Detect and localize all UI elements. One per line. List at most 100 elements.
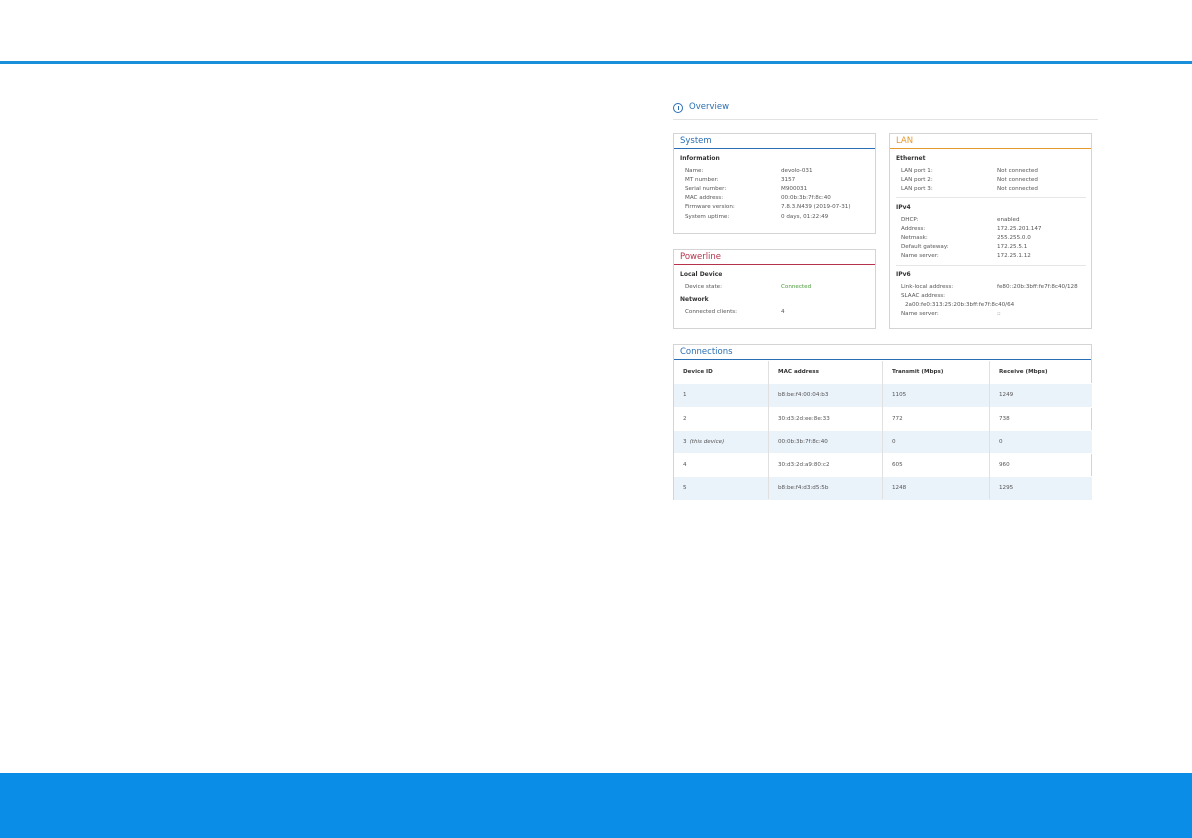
connected-clients-label: Connected clients:: [685, 309, 738, 315]
ipv4-value: 172.25.1.12: [997, 253, 1031, 260]
cell-transmit: 1105: [883, 384, 906, 407]
cell-receive-text: 1295: [999, 485, 1014, 492]
connected-clients-value: 4: [781, 309, 785, 315]
cell-device-id: 5: [674, 477, 690, 500]
ethernet-heading: Ethernet: [896, 155, 926, 162]
ipv4-label: Default gateway:: [901, 244, 949, 251]
cell-device-id: 3 (this device): [674, 431, 724, 454]
system-info-label: MAC address:: [685, 195, 724, 202]
ipv4-label: Netmask:: [901, 235, 928, 242]
system-title: System: [674, 134, 875, 149]
table-header-row: Device ID MAC address Transmit (Mbps) Re…: [674, 361, 1092, 385]
top-rule: [0, 61, 1192, 64]
cell-device-id-text: 1: [683, 392, 687, 399]
ipv6-name-server-value: ::: [997, 311, 1001, 317]
table-row: 3 (this device) 00:0b:3b:7f:8c:40 0 0: [674, 430, 1092, 455]
ipv4-label: Name server:: [901, 253, 939, 260]
cell-receive-text: 960: [999, 462, 1010, 469]
system-info-value: devolo-031: [781, 168, 813, 174]
cell-device-id: 2: [674, 408, 690, 431]
system-info-label: Serial number:: [685, 186, 727, 193]
lan-panel: LAN Ethernet LAN port 1: Not connected LAN…: [889, 133, 1092, 329]
cell-receive-text: 0: [999, 438, 1003, 445]
cell-mac-address: 30:d3:2d:a9:80:c2: [769, 454, 830, 477]
lan-divider-2: [896, 265, 1086, 266]
ipv6-name-server-label: Name server:: [901, 311, 939, 317]
header-receive: Receive (Mbps): [999, 369, 1048, 375]
ipv4-label: Address:: [901, 226, 926, 233]
cell-receive-text: 738: [999, 415, 1010, 422]
ipv4-heading: IPv4: [896, 204, 911, 211]
col-divider-2: [882, 361, 883, 499]
slaac-label: SLAAC address:: [901, 293, 946, 299]
lan-divider-1: [896, 197, 1086, 198]
connections-title: Connections: [674, 345, 1091, 360]
overview-title[interactable]: Overview: [689, 102, 729, 112]
link-local-value: fe80::20b:3bff:fe7f:8c40/128: [997, 284, 1078, 290]
cell-receive: 0: [990, 431, 1003, 454]
cell-device-id-text: 5: [683, 485, 687, 492]
system-info-label: Firmware version:: [685, 204, 735, 211]
cell-mac-address-text: b8:be:f4:d3:d5:5b: [778, 485, 829, 492]
header-device-id: Device ID: [683, 369, 713, 375]
cell-mac-address-text: 30:d3:2d:a9:80:c2: [778, 462, 830, 469]
cell-mac-address-text: b8:be:f4:00:04:b3: [778, 392, 829, 399]
cell-mac-address: b8:be:f4:00:04:b3: [769, 384, 828, 407]
col-divider-1: [768, 361, 769, 499]
info-icon: [673, 103, 683, 113]
cell-transmit-text: 0: [892, 438, 896, 445]
cell-receive: 960: [990, 454, 1010, 477]
cell-device-id-text: 4: [683, 462, 687, 469]
lan-port-value: Not connected: [997, 168, 1038, 174]
cell-mac-address-text: 30:d3:2d:ee:8e:33: [778, 415, 830, 422]
system-info-value: 00:0b:3b:7f:8c:40: [781, 195, 831, 202]
device-state-label: Device state:: [685, 284, 722, 290]
ipv4-value: enabled: [997, 217, 1020, 223]
cell-transmit: 772: [883, 408, 903, 431]
information-heading: Information: [680, 155, 720, 162]
ipv4-value: 172.25.201.147: [997, 226, 1042, 233]
lan-port-label: LAN port 3:: [901, 186, 933, 192]
connections-panel: Connections Device ID MAC address Transm…: [673, 344, 1092, 501]
lan-port-label: LAN port 2:: [901, 177, 933, 183]
cell-device-id: 4: [674, 454, 690, 477]
device-state-value: Connected: [781, 284, 812, 290]
cell-mac-address-text: 00:0b:3b:7f:8c:40: [778, 438, 828, 445]
system-info-label: MT number:: [685, 177, 719, 184]
ipv6-heading: IPv6: [896, 271, 911, 278]
cell-transmit: 0: [883, 431, 896, 454]
cell-transmit-text: 1105: [892, 392, 907, 399]
lan-title: LAN: [890, 134, 1091, 149]
system-panel: System Information Name: devolo-031 MT num…: [673, 133, 876, 234]
system-info-value: 3157: [781, 177, 796, 184]
powerline-panel: Powerline Local Device Device state: Con…: [673, 249, 876, 329]
slaac-value: 2a00:fe0:313:25:20b:3bff:fe7f:8c40/64: [905, 302, 1015, 308]
cell-receive: 1249: [990, 384, 1013, 407]
system-info-value: 7.8.3.N439 (2019-07-31): [781, 204, 851, 211]
cell-transmit: 605: [883, 454, 903, 477]
system-info-value: M900031: [781, 186, 808, 193]
lan-port-value: Not connected: [997, 177, 1038, 183]
cell-receive: 1295: [990, 477, 1013, 500]
lan-port-value: Not connected: [997, 186, 1038, 192]
ipv4-label: DHCP:: [901, 217, 919, 223]
network-heading: Network: [680, 296, 709, 303]
bottom-band: [0, 773, 1192, 838]
cell-receive-text: 1249: [999, 392, 1014, 399]
cell-mac-address: b8:be:f4:d3:d5:5b: [769, 477, 828, 500]
connections-table: Device ID MAC address Transmit (Mbps) Re…: [674, 361, 1092, 501]
cell-device-id: 1: [674, 384, 690, 407]
overview-header: Overview: [673, 100, 1098, 120]
cell-device-id-text: 2: [683, 415, 687, 422]
ipv4-value: 255.255.0.0: [997, 235, 1031, 242]
cell-transmit-text: 772: [892, 415, 903, 422]
cell-transmit-text: 605: [892, 462, 903, 469]
table-row: 2 30:d3:2d:ee:8e:33 772 738: [674, 408, 1092, 431]
local-device-heading: Local Device: [680, 271, 723, 278]
cell-transmit: 1248: [883, 477, 906, 500]
cell-mac-address: 00:0b:3b:7f:8c:40: [769, 431, 828, 454]
lan-port-label: LAN port 1:: [901, 168, 933, 174]
col-divider-3: [989, 361, 990, 499]
this-device-note: (this device): [689, 438, 725, 445]
system-info-value: 0 days, 01:22:49: [781, 213, 829, 220]
